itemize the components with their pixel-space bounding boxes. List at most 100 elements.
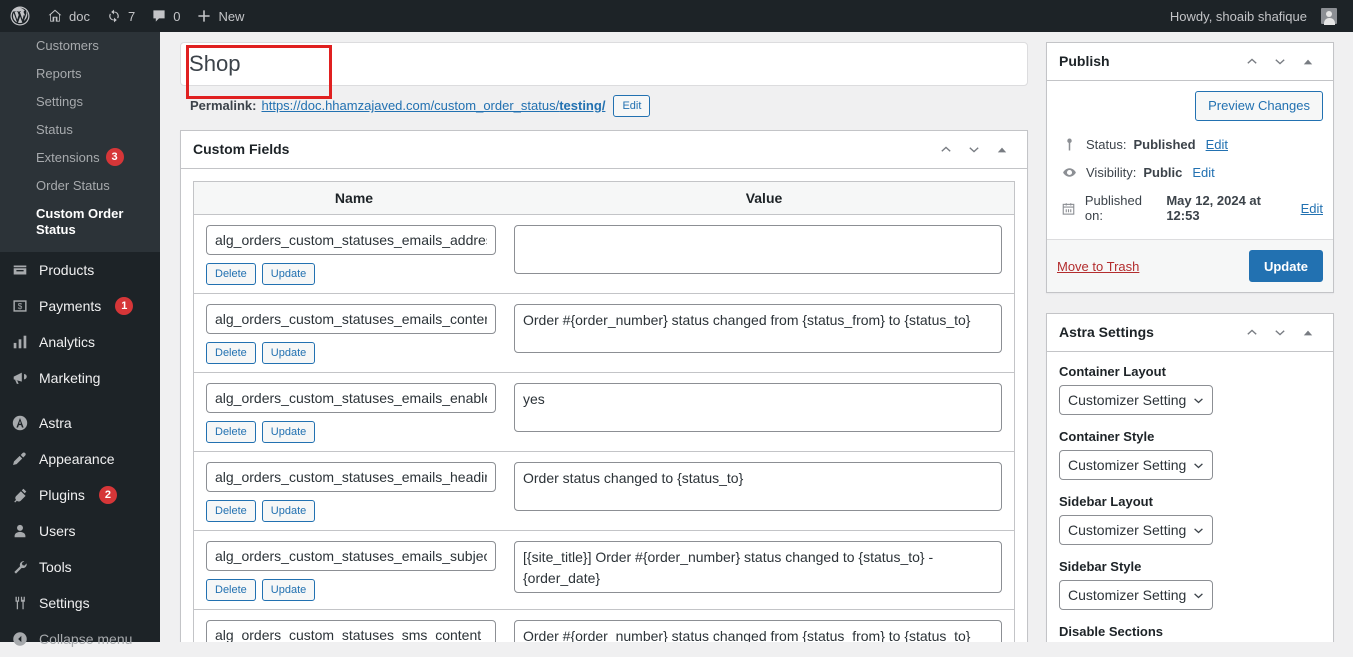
custom-field-value-textarea[interactable]: Order status changed to {status_to}: [514, 462, 1002, 511]
submenu-label: Settings: [36, 94, 83, 109]
move-up-icon[interactable]: [1239, 49, 1265, 75]
sidebar-item-analytics[interactable]: Analytics: [0, 324, 160, 360]
delete-button[interactable]: Delete: [206, 421, 256, 443]
home-icon: [47, 8, 63, 24]
delete-button[interactable]: Delete: [206, 263, 256, 285]
collapse-menu-button[interactable]: Collapse menu: [0, 621, 160, 657]
sidebar-layout-select[interactable]: Customizer Setting: [1059, 515, 1213, 545]
custom-field-key-input[interactable]: [206, 620, 496, 642]
collapse-menu-label: Collapse menu: [39, 631, 133, 647]
toggle-panel-icon[interactable]: [1295, 320, 1321, 346]
row-actions: Delete Update: [206, 263, 502, 285]
custom-field-value-textarea[interactable]: yes: [514, 383, 1002, 432]
custom-field-value-textarea[interactable]: [514, 225, 1002, 274]
edit-published-link[interactable]: Edit: [1301, 201, 1323, 216]
custom-fields-panel: Custom Fields Name Value alg_orders_cust…: [180, 130, 1028, 642]
move-down-icon[interactable]: [961, 137, 987, 163]
custom-field-key-input[interactable]: [206, 462, 496, 492]
update-button[interactable]: Update: [261, 263, 316, 285]
table-row: Delete Update Order #{order_number} stat…: [194, 610, 1014, 642]
sidebar-item-plugins[interactable]: Plugins 2: [0, 477, 160, 513]
publish-title: Publish: [1059, 52, 1110, 69]
sidebar-item-tools[interactable]: Tools: [0, 549, 160, 585]
sidebar-item-order-status[interactable]: Order Status: [0, 172, 160, 200]
custom-field-value-textarea[interactable]: Order #{order_number} status changed fro…: [514, 304, 1002, 353]
custom-field-key-input[interactable]: [206, 304, 496, 334]
sidebar-item-users[interactable]: Users: [0, 513, 160, 549]
custom-field-value-textarea[interactable]: Order #{order_number} status changed fro…: [514, 620, 1002, 642]
sidebar-item-extensions[interactable]: Extensions 3: [0, 144, 160, 172]
table-row: Delete Update [{site_title}] Order #{ord…: [194, 531, 1014, 610]
permalink-label: Permalink:: [190, 98, 257, 113]
update-button[interactable]: Update: [261, 579, 316, 601]
delete-button[interactable]: Delete: [206, 579, 256, 601]
admin-bar-right: Howdy, shoaib shafique: [1162, 0, 1353, 32]
site-name-menu[interactable]: doc: [39, 0, 98, 32]
container-layout-select[interactable]: Customizer Setting: [1059, 385, 1213, 415]
submenu-label: Customers: [36, 38, 99, 53]
sidebar-item-reports[interactable]: Reports: [0, 60, 160, 88]
sidebar-item-status[interactable]: Status: [0, 116, 160, 144]
wordpress-logo-menu[interactable]: [0, 0, 39, 32]
move-up-icon[interactable]: [933, 137, 959, 163]
appearance-icon: [10, 449, 30, 469]
row-name-cell: Delete Update: [194, 304, 514, 364]
row-value-cell: Order #{order_number} status changed fro…: [514, 304, 1014, 364]
move-up-icon[interactable]: [1239, 320, 1265, 346]
move-down-icon[interactable]: [1267, 49, 1293, 75]
sidebar-item-marketing[interactable]: Marketing: [0, 360, 160, 396]
custom-field-key-input[interactable]: [206, 225, 496, 255]
post-title-input[interactable]: [180, 42, 1028, 86]
delete-button[interactable]: Delete: [206, 500, 256, 522]
new-content-menu[interactable]: New: [188, 0, 252, 32]
toggle-panel-icon[interactable]: [1295, 49, 1321, 75]
edit-slug-button[interactable]: Edit: [613, 95, 651, 117]
publish-header: Publish: [1047, 43, 1333, 81]
sidebar-item-payments[interactable]: $ Payments 1: [0, 288, 160, 324]
row-value-cell: yes: [514, 383, 1014, 443]
sidebar-item-settings-main[interactable]: Settings: [0, 585, 160, 621]
edit-visibility-link[interactable]: Edit: [1192, 165, 1214, 180]
sidebar-item-products[interactable]: Products: [0, 252, 160, 288]
sidebar-item-custom-order-status[interactable]: Custom Order Status: [0, 200, 160, 244]
move-to-trash-link[interactable]: Move to Trash: [1057, 259, 1139, 274]
update-button[interactable]: Update: [261, 421, 316, 443]
astra-settings-title: Astra Settings: [1059, 323, 1154, 340]
custom-field-key-input[interactable]: [206, 383, 496, 413]
container-style-select[interactable]: Customizer Setting: [1059, 450, 1213, 480]
extensions-badge: 3: [105, 148, 124, 166]
my-account-menu[interactable]: Howdy, shoaib shafique: [1162, 0, 1345, 32]
sidebar-item-label: Users: [39, 523, 76, 539]
row-name-cell: Delete Update: [194, 462, 514, 522]
update-button[interactable]: Update: [261, 500, 316, 522]
disable-sections-label: Disable Sections: [1059, 624, 1164, 639]
delete-button[interactable]: Delete: [206, 342, 256, 364]
preview-changes-button[interactable]: Preview Changes: [1195, 91, 1323, 121]
move-down-icon[interactable]: [1267, 320, 1293, 346]
sidebar-item-customers[interactable]: Customers: [0, 32, 160, 60]
updates-menu[interactable]: 7: [98, 0, 143, 32]
sidebar-item-appearance[interactable]: Appearance: [0, 441, 160, 477]
custom-field-key-input[interactable]: [206, 541, 496, 571]
update-button[interactable]: Update: [261, 342, 316, 364]
sidebar-style-select[interactable]: Customizer Setting: [1059, 580, 1213, 610]
edit-status-link[interactable]: Edit: [1206, 137, 1228, 152]
new-content-label: New: [218, 8, 245, 24]
toggle-panel-icon[interactable]: [989, 137, 1015, 163]
column-header-value: Value: [745, 190, 783, 206]
permalink-link[interactable]: https://doc.hhamzajaved.com/custom_order…: [261, 94, 605, 118]
row-name-cell: Delete Update: [194, 620, 514, 642]
comments-menu[interactable]: 0: [143, 0, 188, 32]
table-row: Delete Update Order #{order_number} stat…: [194, 294, 1014, 373]
sidebar-item-label: Marketing: [39, 370, 101, 386]
custom-field-value-textarea[interactable]: [{site_title}] Order #{order_number} sta…: [514, 541, 1002, 593]
submenu-label: Order Status: [36, 178, 110, 193]
update-post-button[interactable]: Update: [1248, 250, 1323, 282]
table-row: Delete Update: [194, 215, 1014, 294]
visibility-value: Public: [1143, 165, 1183, 180]
plus-icon: [196, 8, 212, 24]
sidebar-item-astra[interactable]: Astra: [0, 405, 160, 441]
preview-actions: Preview Changes: [1057, 91, 1323, 131]
row-value-cell: Order #{order_number} status changed fro…: [514, 620, 1014, 642]
sidebar-item-settings[interactable]: Settings: [0, 88, 160, 116]
